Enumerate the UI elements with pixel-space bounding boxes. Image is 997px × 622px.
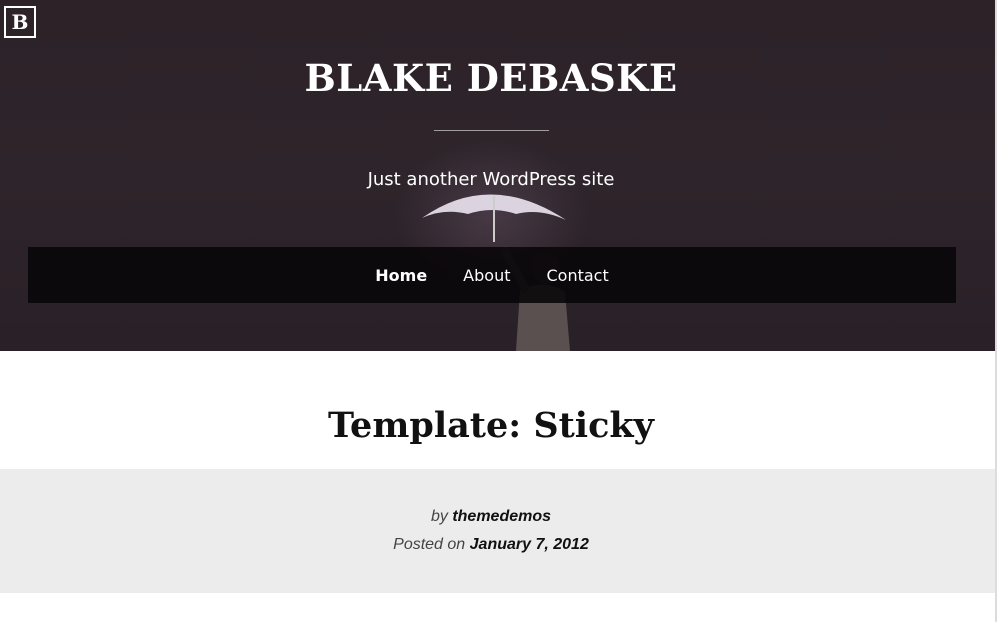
main-navigation: Home About Contact — [28, 247, 956, 303]
post-date-line: Posted on January 7, 2012 — [0, 536, 982, 554]
by-prefix: by — [430, 508, 448, 525]
posted-prefix: Posted on — [393, 536, 466, 553]
post-author-link[interactable]: themedemos — [452, 508, 551, 525]
site-header: B BLAKE DEBASKE Just another WordPress s… — [0, 0, 997, 351]
nav-item-contact[interactable]: Contact — [528, 266, 626, 285]
site-logo[interactable]: B — [4, 6, 36, 38]
post-author-line: by themedemos — [0, 508, 982, 526]
post-title: Template: Sticky — [328, 405, 654, 446]
post-meta: by themedemos Posted on January 7, 2012 — [0, 469, 997, 593]
site-tagline: Just another WordPress site — [367, 169, 615, 190]
page: B BLAKE DEBASKE Just another WordPress s… — [0, 0, 997, 622]
post-date-link[interactable]: January 7, 2012 — [470, 536, 589, 553]
site-title[interactable]: BLAKE DEBASKE — [0, 56, 982, 100]
logo-letter: B — [11, 10, 29, 34]
title-divider — [434, 130, 549, 131]
nav-item-home[interactable]: Home — [357, 266, 445, 285]
nav-item-about[interactable]: About — [445, 266, 528, 285]
